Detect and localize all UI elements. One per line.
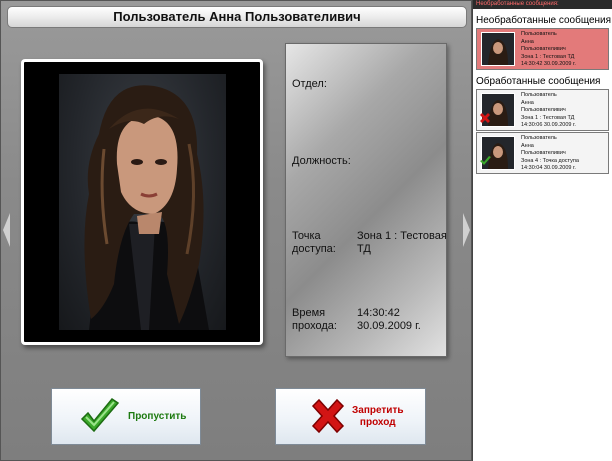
thumbnail-portrait: [482, 33, 514, 65]
access-point-label-line1: Точка: [292, 230, 321, 242]
green-check-icon: [480, 156, 491, 165]
message-text: Пользователь Анна Пользователивич Зона 1…: [521, 31, 576, 69]
processed-title: Обработанные сообщения: [476, 76, 601, 87]
message-line: Зона 1 : Тестовая ТД: [521, 53, 575, 60]
previous-arrow[interactable]: [3, 213, 10, 247]
message-line: Анна: [521, 142, 534, 149]
message-line: 14:30:42 30.09.2009 г.: [521, 61, 576, 67]
red-x-icon: [311, 398, 345, 433]
message-line: Анна: [521, 38, 534, 45]
message-line: 14:30:06 30.09.2009 г.: [521, 122, 576, 128]
message-line: Зона 4 : Точка доступа: [521, 157, 579, 164]
user-title: Пользователь Анна Пользователивич: [7, 6, 467, 28]
message-text: Пользователь Анна Пользователивич Зона 1…: [521, 92, 576, 130]
portrait-image: [84, 85, 209, 330]
message-line: Пользователивич: [521, 46, 566, 52]
red-x-icon: [480, 113, 490, 123]
next-arrow[interactable]: [463, 213, 470, 247]
message-line: Пользователь: [521, 135, 557, 141]
time-label-line1: Время: [292, 307, 326, 319]
time-label: Время прохода:: [292, 307, 337, 333]
user-photo-frame: [21, 59, 263, 345]
allow-button[interactable]: Пропустить: [51, 388, 201, 445]
user-photo: [59, 74, 226, 330]
time-value: 14:30:42 30.09.2009 г.: [357, 307, 447, 333]
sidebar-header: Необработанные сообщения:: [473, 0, 612, 9]
unprocessed-message[interactable]: Пользователь Анна Пользователивич Зона 1…: [476, 28, 609, 70]
unprocessed-title: Необработанные сообщения: [476, 15, 612, 26]
deny-button[interactable]: Запретить проход: [275, 388, 426, 445]
processed-message[interactable]: Пользователь Анна Пользователивич Зона 1…: [476, 89, 609, 131]
message-line: Зона 1 : Тестовая ТД: [521, 114, 575, 121]
allow-button-label: Пропустить: [128, 411, 187, 422]
messages-sidebar: Необработанные сообщения: Необработанные…: [472, 0, 612, 461]
deny-button-label-line2: проход: [359, 416, 396, 428]
department-label: Отдел:: [292, 78, 327, 90]
message-line: Пользователивич: [521, 107, 566, 113]
deny-button-label: Запретить проход: [352, 405, 404, 429]
time-value-date: 30.09.2009 г.: [357, 320, 421, 332]
time-value-time: 14:30:42: [357, 307, 400, 319]
position-label: Должность:: [292, 155, 351, 167]
processed-message[interactable]: Пользователь Анна Пользователивич Зона 4…: [476, 132, 609, 174]
access-point-value: Зона 1 : Тестовая ТД: [357, 230, 447, 255]
info-panel: Отдел: Должность: Точка доступа: Зона 1 …: [285, 43, 447, 357]
message-line: Пользователивич: [521, 150, 566, 156]
time-label-line2: прохода:: [292, 320, 337, 332]
message-thumbnail: [481, 32, 515, 66]
deny-button-label-line1: Запретить: [352, 404, 404, 416]
access-point-label: Точка доступа:: [292, 230, 336, 256]
message-line: Пользователь: [521, 31, 557, 37]
main-panel: Пользователь Анна Пользователивич Отдел:…: [0, 0, 472, 461]
access-point-label-line2: доступа:: [292, 243, 336, 255]
message-line: Анна: [521, 99, 534, 106]
message-text: Пользователь Анна Пользователивич Зона 4…: [521, 135, 579, 173]
message-line: Пользователь: [521, 92, 557, 98]
green-check-icon: [80, 397, 120, 432]
message-line: 14:30:04 30.09.2009 г.: [521, 165, 576, 171]
